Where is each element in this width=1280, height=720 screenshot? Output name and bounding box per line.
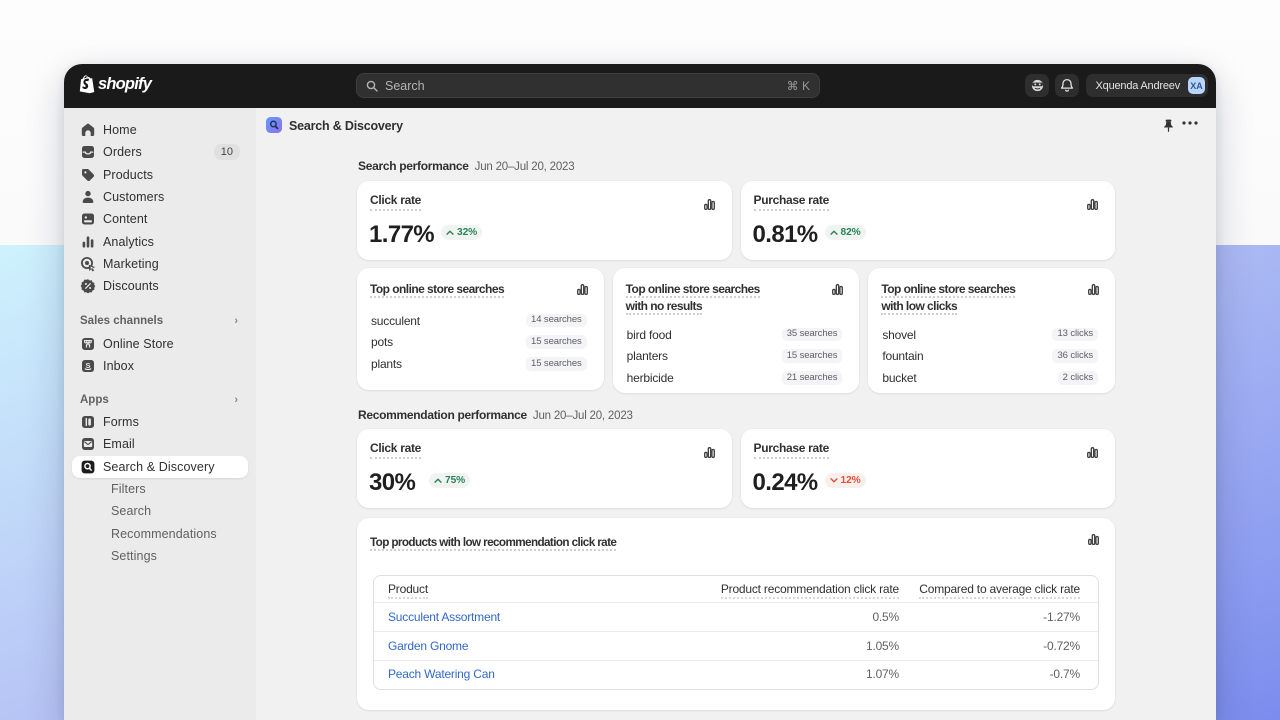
svg-text:S: S (85, 361, 90, 370)
